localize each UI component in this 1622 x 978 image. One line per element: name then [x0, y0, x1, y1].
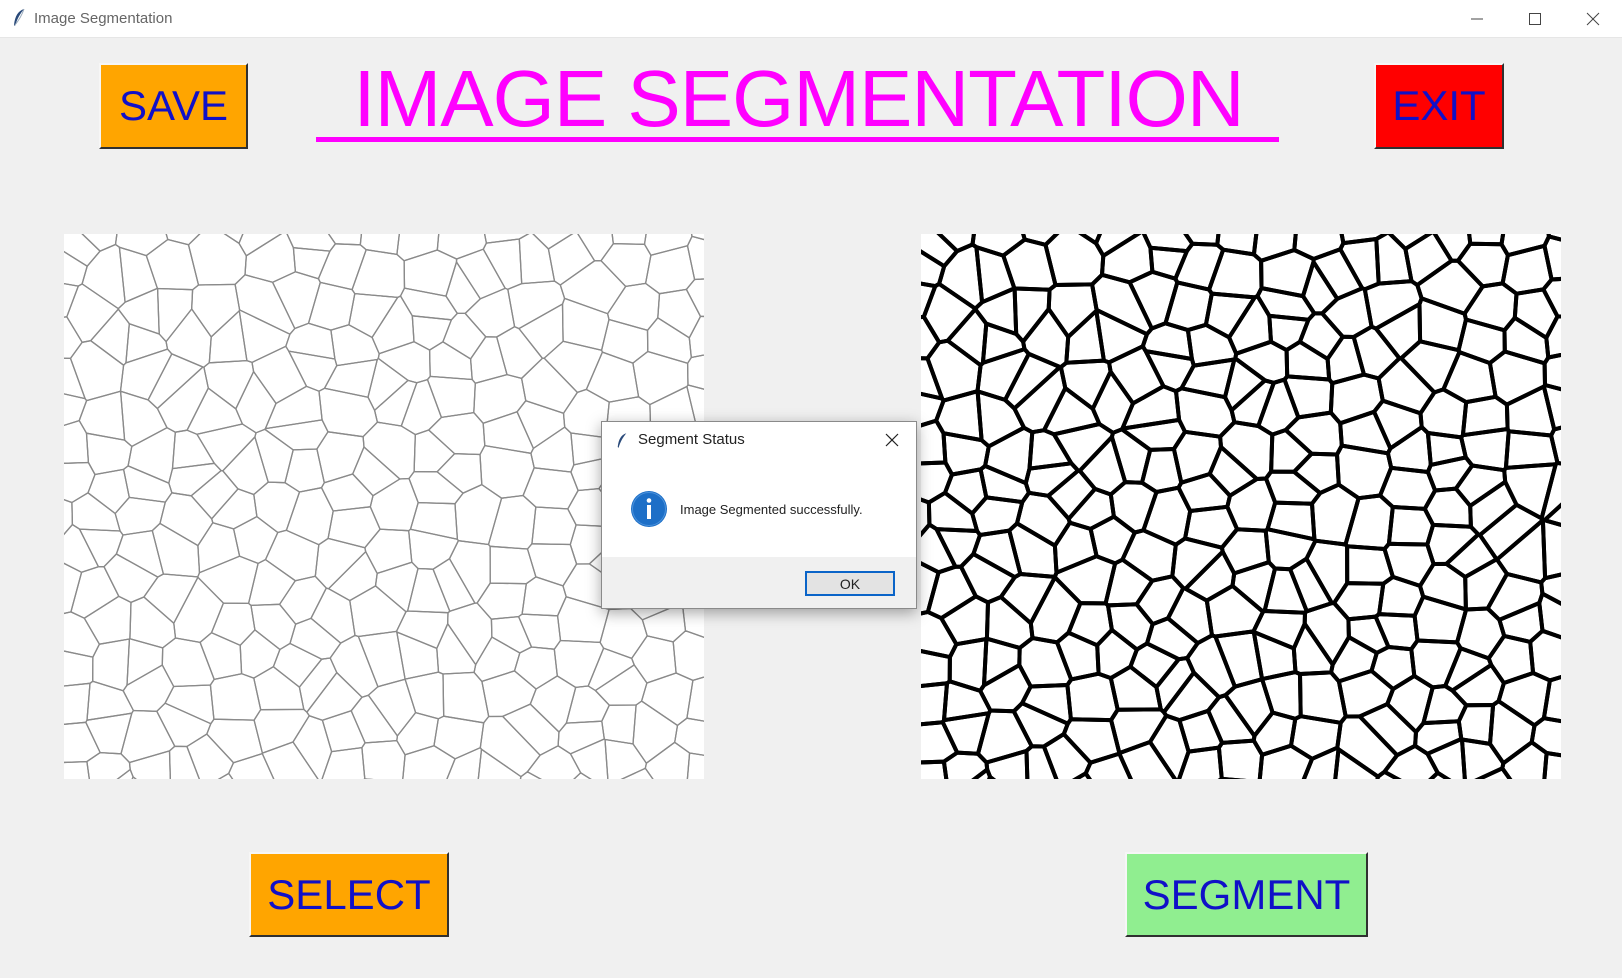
- dialog-footer: OK: [602, 557, 916, 608]
- close-icon: [1586, 12, 1600, 26]
- segment-button[interactable]: SEGMENT: [1125, 852, 1368, 937]
- segmented-image-panel: [921, 234, 1561, 779]
- select-button[interactable]: SELECT: [249, 852, 449, 937]
- save-button[interactable]: SAVE: [99, 63, 248, 149]
- exit-button[interactable]: EXIT: [1374, 63, 1504, 149]
- window-titlebar: Image Segmentation: [0, 0, 1622, 38]
- window-title: Image Segmentation: [34, 10, 173, 27]
- segment-status-dialog: Segment Status Image Segmented successfu…: [601, 421, 917, 609]
- minimize-button[interactable]: [1448, 0, 1506, 37]
- feather-icon: [617, 433, 627, 448]
- segmented-image: [921, 234, 1561, 779]
- close-button[interactable]: [1564, 0, 1622, 37]
- minimize-icon: [1471, 18, 1483, 20]
- title-underline: [316, 137, 1279, 142]
- dialog-message: Image Segmented successfully.: [680, 502, 863, 517]
- close-icon[interactable]: [884, 432, 900, 448]
- info-icon: [631, 491, 667, 527]
- ok-button[interactable]: OK: [805, 571, 895, 596]
- maximize-icon: [1529, 13, 1541, 25]
- dialog-title: Segment Status: [638, 431, 745, 448]
- maximize-button[interactable]: [1506, 0, 1564, 37]
- feather-icon: [14, 8, 25, 26]
- page-title: IMAGE SEGMENTATION: [353, 54, 1244, 143]
